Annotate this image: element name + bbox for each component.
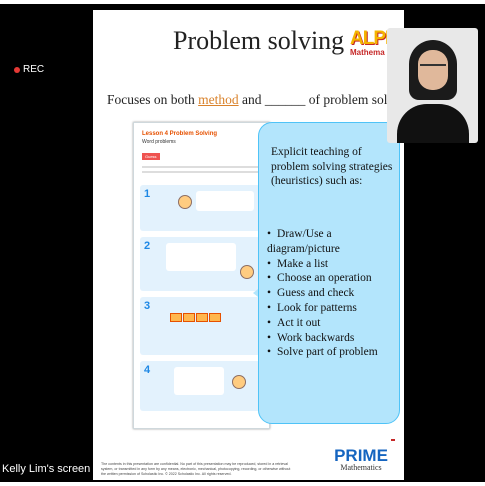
heuristic-item: Choose an operation [267,271,397,286]
slide-footer: The contents in this presentation are co… [101,462,291,476]
prime-logo-subtext: Mathematics [340,463,382,472]
heuristics-list: Draw/Use a diagram/picture Make a list C… [267,227,397,360]
child-figure-icon [240,265,254,279]
step-bubble [166,243,236,271]
bar-unit [170,313,182,322]
heuristic-item: Work backwards [267,331,397,346]
presenter-shirt [397,104,469,143]
heuristic-item: Make a list [267,257,397,272]
page-step-2: 2 [140,237,260,291]
step-bubble [174,367,224,395]
recording-label: REC [23,64,45,75]
page-text-line [142,166,261,168]
slide-subtitle: Focuses on both method and ______ of pro… [107,92,404,108]
heuristic-item: Look for patterns [267,301,397,316]
page-section: Word problems [142,139,176,145]
bar-unit [183,313,195,322]
presenter-video-tile[interactable] [387,28,478,143]
page-step-4: 4 [140,361,260,411]
page-text-line [142,171,261,173]
heuristics-callout: Explicit teaching of problem solving str… [258,122,400,424]
bar-model-diagram [170,313,222,322]
step-number: 3 [144,300,151,312]
scholastic-tag [391,439,395,441]
child-figure-icon [178,195,192,209]
child-figure-icon [232,375,246,389]
screen-share-owner-label: Kelly Lim's screen [0,462,93,476]
slide-title: Problem solving [173,26,345,55]
heuristic-item: Draw/Use a diagram/picture [267,227,397,257]
shared-slide: Problem solving ALPH Mathema Focuses on … [93,10,404,480]
bar-unit [196,313,208,322]
page-lesson-title: Lesson 4 Problem Solving [142,131,218,137]
heuristic-item: Solve part of problem [267,345,397,360]
page-badge: Guess [142,153,160,160]
textbook-page-image: Lesson 4 Problem Solving Word problems G… [133,122,270,429]
subtitle-rest: and ______ of problem solvin [238,92,404,107]
page-step-1: 1 [140,185,260,231]
bar-unit [209,313,221,322]
record-dot-icon [14,66,20,73]
step-number: 1 [144,188,151,200]
step-number: 4 [144,364,151,376]
step-bubble [196,191,254,211]
heuristic-item: Guess and check [267,286,397,301]
subtitle-prefix: Focuses on both [107,92,199,107]
callout-heading: Explicit teaching of problem solving str… [271,146,393,187]
recording-indicator: REC [14,64,44,75]
page-step-3: 3 [140,297,260,355]
heuristic-item: Act it out [267,316,397,331]
step-number: 2 [144,240,151,252]
prime-logo: PRIME Mathematics [321,439,401,472]
subtitle-method: method [198,92,239,107]
presenter-glasses [420,64,446,72]
